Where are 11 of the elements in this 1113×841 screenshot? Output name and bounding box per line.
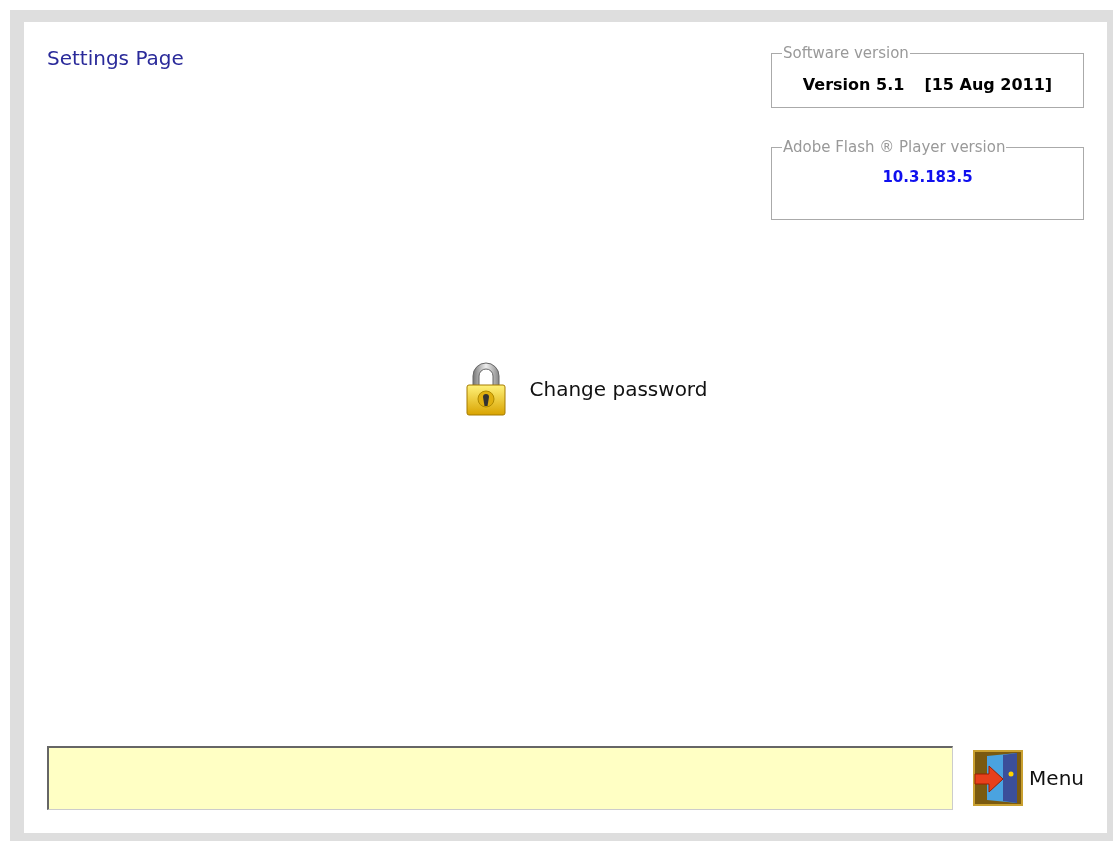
padlock-icon xyxy=(465,362,506,416)
page-title: Settings Page xyxy=(47,46,184,72)
box-legend: Software version xyxy=(782,44,910,62)
version-text: Version 5.1 xyxy=(802,75,905,94)
message-field[interactable] xyxy=(47,746,954,810)
change-password-link[interactable]: Change password xyxy=(465,362,708,416)
box-legend: Adobe Flash ® Player version xyxy=(782,138,1007,156)
menu-button[interactable]: Menu xyxy=(973,750,1084,806)
version-date: [15 Aug 2011] xyxy=(924,75,1053,94)
flash-version-text: 10.3.183.5 xyxy=(882,168,973,186)
door-exit-icon xyxy=(973,750,1024,806)
